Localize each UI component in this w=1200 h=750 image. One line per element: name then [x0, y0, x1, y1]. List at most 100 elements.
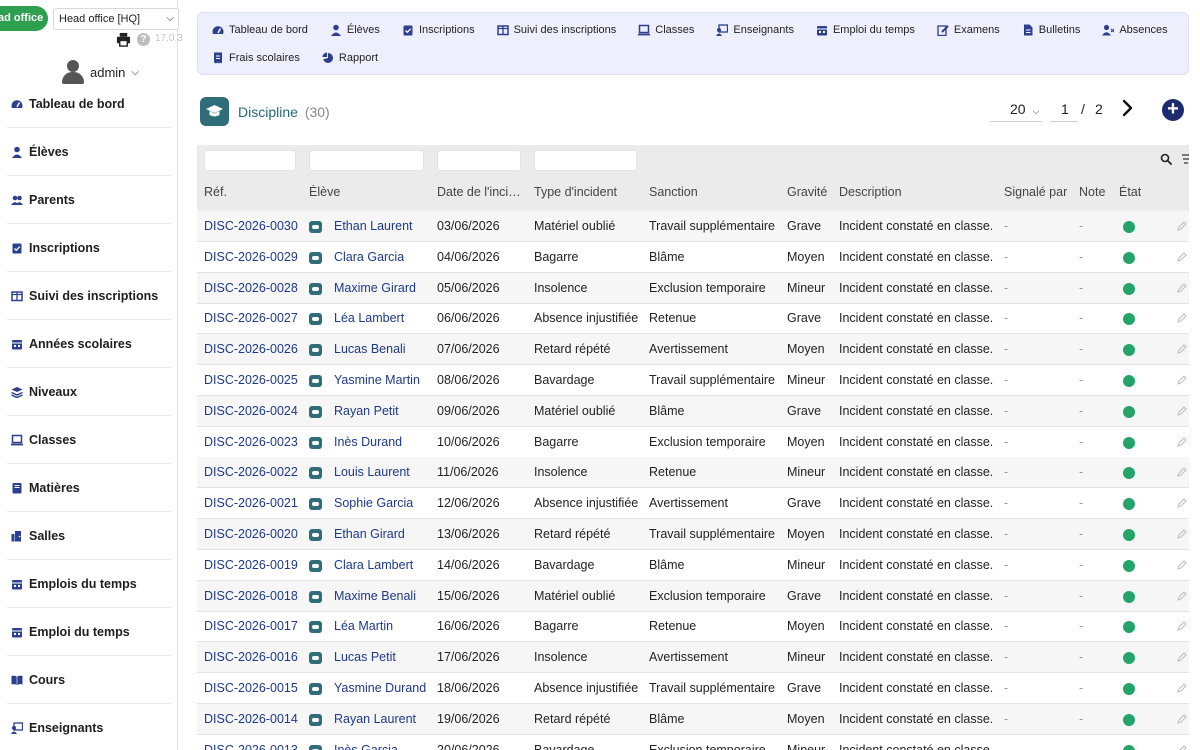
topmenu-item-rapport[interactable]: Rapport: [322, 50, 378, 66]
table-row[interactable]: DISC-2026-0021 Sophie Garcia 12/06/2026 Abs…: [197, 488, 1189, 519]
pencil-icon[interactable]: [1177, 652, 1187, 662]
sidebar-item-tableau-de-bord[interactable]: Tableau de bord: [7, 80, 171, 128]
column-settings-icon[interactable]: [1181, 153, 1189, 165]
pencil-icon[interactable]: [1177, 344, 1187, 354]
student-link[interactable]: Lucas Benali: [334, 342, 406, 356]
table-row[interactable]: DISC-2026-0022 Louis Laurent 11/06/2026 Ins…: [197, 457, 1189, 488]
pencil-icon[interactable]: [1177, 714, 1187, 724]
column-header[interactable]: Élève: [309, 185, 340, 199]
sidebar-item-classes[interactable]: Classes: [7, 416, 171, 464]
sidebar-item-salles[interactable]: Salles: [7, 512, 171, 560]
column-header[interactable]: Gravité: [787, 185, 827, 199]
column-header[interactable]: État: [1119, 185, 1141, 199]
pencil-icon[interactable]: [1177, 375, 1187, 385]
add-record-button[interactable]: +: [1162, 99, 1184, 121]
sidebar-item-inscriptions[interactable]: Inscriptions: [7, 224, 171, 272]
ref-link[interactable]: DISC-2026-0026: [204, 342, 298, 356]
sidebar-item-eleves[interactable]: Élèves: [7, 128, 171, 176]
sidebar-item-parents[interactable]: Parents: [7, 176, 171, 224]
ref-link[interactable]: DISC-2026-0024: [204, 404, 298, 418]
help-icon[interactable]: ?: [137, 33, 150, 46]
student-link[interactable]: Inès Garcia: [334, 743, 398, 750]
pencil-icon[interactable]: [1177, 621, 1187, 631]
topmenu-item-enseignants[interactable]: Enseignants: [716, 22, 794, 38]
table-row[interactable]: DISC-2026-0024 Rayan Petit 09/06/2026 Matér…: [197, 396, 1189, 427]
sidebar-item-cours[interactable]: Cours: [7, 656, 171, 704]
pencil-icon[interactable]: [1177, 560, 1187, 570]
student-link[interactable]: Yasmine Martin: [334, 373, 420, 387]
student-link[interactable]: Ethan Laurent: [334, 219, 413, 233]
topmenu-item-emploi-du-temps[interactable]: Emploi du temps: [816, 22, 915, 38]
ref-link[interactable]: DISC-2026-0019: [204, 558, 298, 572]
student-link[interactable]: Yasmine Durand: [334, 681, 426, 695]
topmenu-item-tableau-de-bord[interactable]: Tableau de bord: [212, 22, 308, 38]
ref-link[interactable]: DISC-2026-0013: [204, 743, 298, 750]
topmenu-item-absences[interactable]: Absences: [1102, 22, 1168, 38]
table-row[interactable]: DISC-2026-0027 Léa Lambert 06/06/2026 Absen…: [197, 303, 1189, 334]
student-link[interactable]: Louis Laurent: [334, 465, 410, 479]
pencil-icon[interactable]: [1177, 745, 1187, 750]
ref-link[interactable]: DISC-2026-0020: [204, 527, 298, 541]
ref-link[interactable]: DISC-2026-0023: [204, 435, 298, 449]
table-row[interactable]: DISC-2026-0030 Ethan Laurent 03/06/2026 Mat…: [197, 211, 1189, 242]
student-link[interactable]: Sophie Garcia: [334, 496, 413, 510]
table-row[interactable]: DISC-2026-0025 Yasmine Martin 08/06/2026 Ba…: [197, 365, 1189, 396]
column-header[interactable]: Description: [839, 185, 902, 199]
pencil-icon[interactable]: [1177, 591, 1187, 601]
ref-link[interactable]: DISC-2026-0015: [204, 681, 298, 695]
table-row[interactable]: DISC-2026-0013 Inès Garcia 20/06/2026 Bavar…: [197, 735, 1189, 750]
ref-link[interactable]: DISC-2026-0029: [204, 250, 298, 264]
table-row[interactable]: DISC-2026-0026 Lucas Benali 07/06/2026 Reta…: [197, 334, 1189, 365]
topmenu-item-examens[interactable]: Examens: [937, 22, 1000, 38]
column-header[interactable]: Sanction: [649, 185, 698, 199]
table-row[interactable]: DISC-2026-0017 Léa Martin 16/06/2026 Bagarr…: [197, 611, 1189, 642]
column-header[interactable]: Signalé par: [1004, 185, 1067, 199]
ref-link[interactable]: DISC-2026-0014: [204, 712, 298, 726]
pencil-icon[interactable]: [1177, 498, 1187, 508]
table-row[interactable]: DISC-2026-0019 Clara Lambert 14/06/2026 Bav…: [197, 550, 1189, 581]
table-row[interactable]: DISC-2026-0028 Maxime Girard 05/06/2026 Ins…: [197, 273, 1189, 304]
ref-link[interactable]: DISC-2026-0028: [204, 281, 298, 295]
student-link[interactable]: Léa Lambert: [334, 311, 404, 325]
sidebar-item-emplois-du-temps[interactable]: Emplois du temps: [7, 560, 171, 608]
next-page-icon[interactable]: [1121, 99, 1135, 117]
topmenu-item-classes[interactable]: Classes: [638, 22, 694, 38]
ref-link[interactable]: DISC-2026-0030: [204, 219, 298, 233]
ref-link[interactable]: DISC-2026-0027: [204, 311, 298, 325]
print-icon[interactable]: [116, 32, 131, 47]
pencil-icon[interactable]: [1177, 437, 1187, 447]
per-page-select[interactable]: 20 ⌵: [990, 98, 1042, 122]
ref-link[interactable]: DISC-2026-0021: [204, 496, 298, 510]
table-row[interactable]: DISC-2026-0015 Yasmine Durand 18/06/2026 Ab…: [197, 673, 1189, 704]
student-link[interactable]: Lucas Petit: [334, 650, 396, 664]
student-link[interactable]: Maxime Benali: [334, 589, 416, 603]
ref-link[interactable]: DISC-2026-0022: [204, 465, 298, 479]
topmenu-item-suivi-des-inscriptions[interactable]: Suivi des inscriptions: [496, 22, 616, 38]
column-header[interactable]: Réf.: [204, 185, 227, 199]
student-link[interactable]: Ethan Girard: [334, 527, 405, 541]
table-row[interactable]: DISC-2026-0016 Lucas Petit 17/06/2026 Insol…: [197, 642, 1189, 673]
filter-eleve-input[interactable]: [309, 150, 424, 171]
table-row[interactable]: DISC-2026-0020 Ethan Girard 13/06/2026 Reta…: [197, 519, 1189, 550]
pencil-icon[interactable]: [1177, 252, 1187, 262]
ref-link[interactable]: DISC-2026-0018: [204, 589, 298, 603]
student-link[interactable]: Clara Lambert: [334, 558, 413, 572]
office-badge[interactable]: ad office: [0, 6, 48, 31]
student-link[interactable]: Rayan Petit: [334, 404, 399, 418]
ref-link[interactable]: DISC-2026-0025: [204, 373, 298, 387]
sidebar-item-emploi-du-temps[interactable]: Emploi du temps: [7, 608, 171, 656]
student-link[interactable]: Rayan Laurent: [334, 712, 416, 726]
page-number-input[interactable]: 1: [1050, 98, 1078, 122]
topmenu-item-inscriptions[interactable]: Inscriptions: [402, 22, 475, 38]
student-link[interactable]: Inès Durand: [334, 435, 402, 449]
topmenu-item-frais-scolaires[interactable]: Frais scolaires: [212, 50, 300, 66]
filter-date-input[interactable]: [437, 150, 521, 171]
topmenu-item-eleves[interactable]: Élèves: [330, 22, 380, 38]
ref-link[interactable]: DISC-2026-0016: [204, 650, 298, 664]
sidebar-item-annees-scolaires[interactable]: Années scolaires: [7, 320, 171, 368]
student-link[interactable]: Maxime Girard: [334, 281, 416, 295]
table-row[interactable]: DISC-2026-0018 Maxime Benali 15/06/2026 Mat…: [197, 581, 1189, 612]
sidebar-item-suivi-des-inscriptions[interactable]: Suivi des inscriptions: [7, 272, 171, 320]
pencil-icon[interactable]: [1177, 683, 1187, 693]
table-row[interactable]: DISC-2026-0029 Clara Garcia 04/06/2026 Baga…: [197, 242, 1189, 273]
